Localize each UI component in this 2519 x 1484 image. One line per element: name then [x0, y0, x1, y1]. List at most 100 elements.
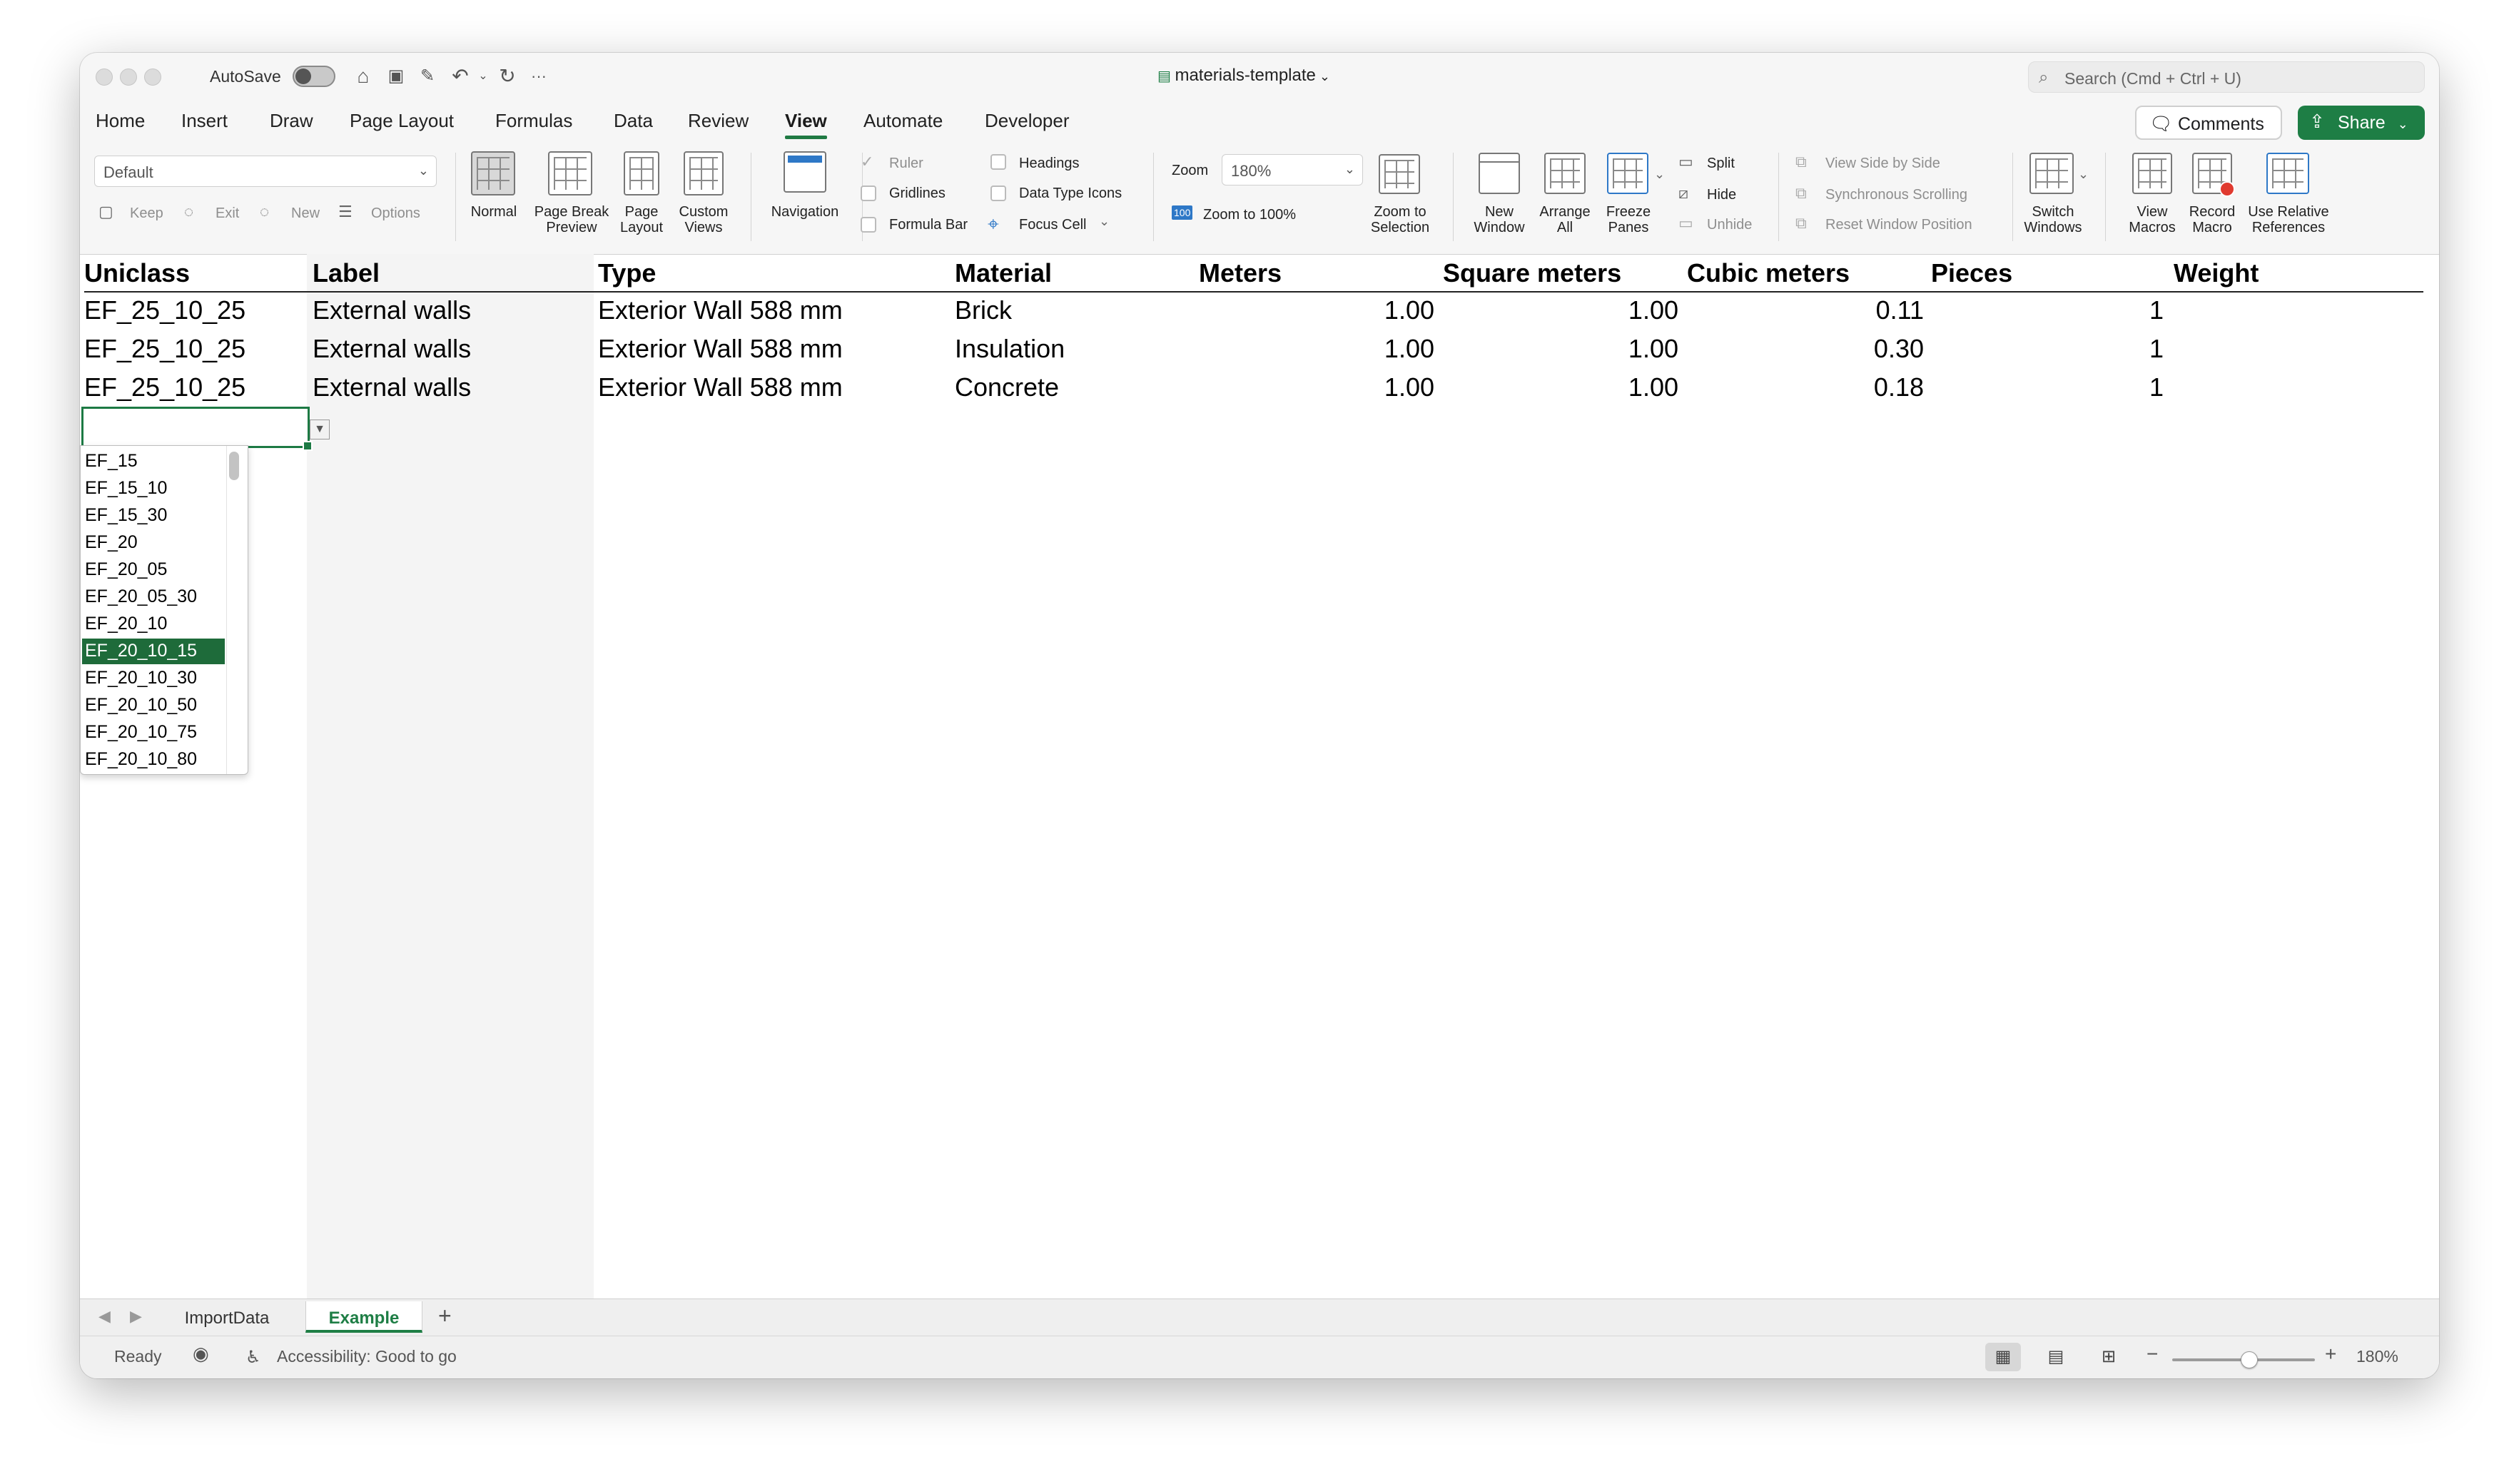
list-item[interactable]: EF_20_10_75: [82, 720, 225, 746]
list-item[interactable]: EF_15_10: [82, 476, 225, 502]
record-macro-icon[interactable]: [2192, 153, 2235, 197]
table-cell[interactable]: 1.00: [1536, 295, 1678, 325]
synchronous-scrolling-button[interactable]: Synchronous Scrolling: [1825, 187, 1967, 203]
table-cell[interactable]: 1: [2021, 295, 2164, 325]
view-macros-icon[interactable]: [2132, 153, 2172, 194]
zoom-slider-knob[interactable]: [2241, 1351, 2258, 1368]
table-cell[interactable]: EF_25_10_25: [84, 334, 245, 364]
close-window-button[interactable]: [96, 68, 113, 86]
sheet-view-select[interactable]: Default ⌄: [94, 156, 437, 187]
validation-dropdown-arrow-icon[interactable]: ▼: [310, 420, 330, 439]
focus-cell-button[interactable]: Focus Cell: [1019, 217, 1086, 233]
list-item[interactable]: EF_20_10_30: [82, 666, 225, 691]
table-cell[interactable]: Exterior Wall 588 mm: [598, 295, 843, 325]
page-break-preview-status-icon[interactable]: ⊞: [2091, 1343, 2127, 1371]
accessibility-status[interactable]: Accessibility: Good to go: [277, 1347, 457, 1366]
formula-bar-checkbox[interactable]: [861, 217, 876, 233]
table-cell[interactable]: 0.30: [1781, 334, 1924, 364]
freeze-panes-icon[interactable]: [1607, 153, 1648, 194]
zoom-in-icon[interactable]: +: [2325, 1343, 2336, 1366]
header-weight[interactable]: Weight: [2174, 258, 2259, 288]
tab-data[interactable]: Data: [614, 110, 653, 132]
search-input[interactable]: ⌕ Search (Cmd + Ctrl + U): [2028, 61, 2425, 93]
data-type-icons-checkbox[interactable]: [990, 186, 1006, 201]
header-square-meters[interactable]: Square meters: [1443, 258, 1621, 288]
reset-window-position-button[interactable]: Reset Window Position: [1825, 217, 1972, 233]
table-cell[interactable]: 1.00: [1293, 295, 1434, 325]
view-side-by-side-button[interactable]: View Side by Side: [1825, 156, 1940, 172]
table-cell[interactable]: EF_25_10_25: [84, 372, 245, 402]
list-item[interactable]: EF_15_30: [82, 503, 225, 529]
headings-checkbox[interactable]: [990, 154, 1006, 170]
table-cell[interactable]: 1.00: [1536, 334, 1678, 364]
tab-home[interactable]: Home: [96, 110, 145, 132]
header-cubic-meters[interactable]: Cubic meters: [1687, 258, 1850, 288]
table-cell[interactable]: 1.00: [1293, 372, 1434, 402]
switch-windows-icon[interactable]: [2029, 153, 2074, 194]
home-icon[interactable]: ⌂: [350, 63, 377, 90]
header-type[interactable]: Type: [598, 258, 656, 288]
exit-button[interactable]: Exit: [216, 205, 239, 222]
new-window-icon[interactable]: [1479, 153, 1520, 194]
table-cell[interactable]: Insulation: [955, 334, 1065, 364]
autosave-toggle[interactable]: [293, 66, 335, 87]
header-meters[interactable]: Meters: [1199, 258, 1282, 288]
header-label[interactable]: Label: [313, 258, 380, 288]
zoom-select[interactable]: 180% ⌄: [1222, 154, 1363, 186]
sheet-tab-example[interactable]: Example: [305, 1301, 422, 1333]
next-sheet-icon[interactable]: ▶: [130, 1307, 142, 1326]
record-macro-status-icon[interactable]: ◉: [193, 1343, 209, 1365]
document-title[interactable]: ▤ materials-template ⌄: [1157, 66, 1330, 86]
new-view-button[interactable]: New: [291, 205, 320, 222]
unhide-button[interactable]: Unhide: [1707, 217, 1752, 233]
zoom-window-button[interactable]: [144, 68, 161, 86]
share-button[interactable]: ⇪ Share ⌄: [2298, 106, 2425, 140]
previous-sheet-icon[interactable]: ◀: [98, 1307, 111, 1326]
list-item[interactable]: EF_20_10_50: [82, 693, 225, 718]
tab-page-layout[interactable]: Page Layout: [350, 110, 454, 132]
table-cell[interactable]: 1: [2021, 334, 2164, 364]
normal-view-status-icon[interactable]: ▦: [1985, 1343, 2021, 1371]
options-button[interactable]: Options: [371, 205, 420, 222]
list-item[interactable]: EF_20: [82, 530, 225, 556]
save-as-icon[interactable]: ✎: [414, 63, 441, 90]
list-item[interactable]: EF_20_05_30: [82, 584, 225, 610]
table-cell[interactable]: 1: [2021, 372, 2164, 402]
validation-list[interactable]: EF_15 EF_15_10 EF_15_30 EF_20 EF_20_05 E…: [80, 445, 248, 775]
header-pieces[interactable]: Pieces: [1931, 258, 2012, 288]
keep-button[interactable]: Keep: [130, 205, 163, 222]
split-button[interactable]: Split: [1707, 156, 1735, 172]
table-cell[interactable]: 0.11: [1781, 295, 1924, 325]
tab-formulas[interactable]: Formulas: [495, 110, 572, 132]
list-scrollbar[interactable]: [229, 452, 239, 480]
add-sheet-icon[interactable]: +: [438, 1303, 452, 1329]
table-cell[interactable]: Exterior Wall 588 mm: [598, 372, 843, 402]
page-layout-icon[interactable]: [624, 151, 659, 195]
zoom-out-icon[interactable]: −: [2147, 1343, 2158, 1366]
ruler-check-icon[interactable]: ✓: [861, 153, 873, 171]
table-cell[interactable]: External walls: [313, 295, 471, 325]
redo-icon[interactable]: ↻: [494, 63, 521, 90]
table-cell[interactable]: Brick: [955, 295, 1012, 325]
comments-button[interactable]: 🗨 Comments: [2135, 106, 2282, 140]
list-item-selected[interactable]: EF_20_10_15: [82, 639, 225, 664]
normal-view-icon[interactable]: [471, 151, 515, 195]
active-cell[interactable]: [81, 407, 313, 451]
tab-view[interactable]: View: [785, 110, 827, 139]
list-item[interactable]: EF_20_05: [82, 557, 225, 583]
custom-views-icon[interactable]: [684, 151, 724, 195]
header-material[interactable]: Material: [955, 258, 1052, 288]
table-cell[interactable]: 1.00: [1293, 334, 1434, 364]
hide-button[interactable]: Hide: [1707, 187, 1736, 203]
list-item[interactable]: EF_15: [82, 449, 225, 474]
navigation-icon[interactable]: [784, 151, 826, 193]
table-cell[interactable]: Exterior Wall 588 mm: [598, 334, 843, 364]
table-cell[interactable]: External walls: [313, 372, 471, 402]
table-cell[interactable]: EF_25_10_25: [84, 295, 245, 325]
sheet-tab-importdata[interactable]: ImportData: [163, 1301, 291, 1333]
gridlines-checkbox[interactable]: [861, 186, 876, 201]
save-icon[interactable]: ▣: [382, 63, 410, 90]
use-relative-references-icon[interactable]: [2266, 153, 2309, 194]
list-item[interactable]: EF_20_10: [82, 611, 225, 637]
table-cell[interactable]: 1.00: [1536, 372, 1678, 402]
